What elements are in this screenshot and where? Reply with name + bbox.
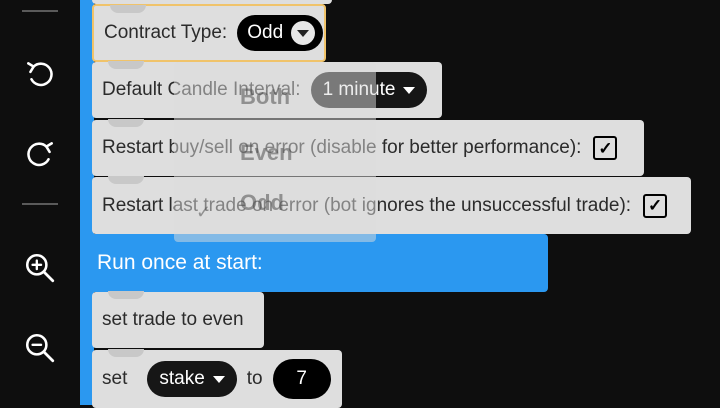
redo-button[interactable] xyxy=(20,134,60,174)
dropdown-option-odd[interactable]: Odd xyxy=(240,190,284,216)
run-once-label: Run once at start: xyxy=(97,251,263,274)
undo-button[interactable] xyxy=(20,54,60,94)
redo-icon xyxy=(27,142,53,167)
to-label: to xyxy=(246,368,263,389)
chevron-down-icon xyxy=(212,375,225,383)
workspace-toolbar xyxy=(0,0,80,405)
check-icon: ✓ xyxy=(196,202,212,222)
restart-buysell-checkbox[interactable]: ✓ xyxy=(593,136,618,160)
contract-type-block[interactable]: Contract Type: Odd xyxy=(92,4,326,62)
chevron-down-icon xyxy=(291,21,316,45)
stake-variable-value: stake xyxy=(159,368,205,389)
stake-value-input[interactable]: 7 xyxy=(272,359,331,399)
zoom-out-button[interactable] xyxy=(20,328,60,368)
stake-variable-dropdown[interactable]: stake xyxy=(147,361,237,397)
set-trade-label: set trade to even xyxy=(102,309,244,330)
dropdown-option-both[interactable]: Both xyxy=(240,84,290,110)
restart-last-trade-checkbox[interactable]: ✓ xyxy=(643,193,668,218)
contract-type-value: Odd xyxy=(247,22,284,43)
set-stake-block[interactable]: set stake to 7 xyxy=(92,349,342,408)
contract-type-label: Contract Type: xyxy=(104,22,228,43)
set-label: set xyxy=(102,368,128,389)
set-trade-block[interactable]: set trade to even xyxy=(92,291,264,348)
zoom-out-icon xyxy=(25,333,55,363)
toolbar-divider xyxy=(22,10,58,12)
zoom-in-icon xyxy=(25,253,55,283)
undo-icon xyxy=(27,62,53,87)
contract-type-dropdown-menu: Both Even ✓ Odd xyxy=(174,62,376,242)
run-once-section[interactable]: Run once at start: xyxy=(92,234,548,292)
dropdown-option-even[interactable]: Even xyxy=(240,140,293,166)
contract-type-dropdown[interactable]: Odd xyxy=(237,15,324,51)
chevron-down-icon xyxy=(403,86,416,94)
toolbar-divider xyxy=(22,203,58,205)
zoom-in-button[interactable] xyxy=(20,248,60,288)
